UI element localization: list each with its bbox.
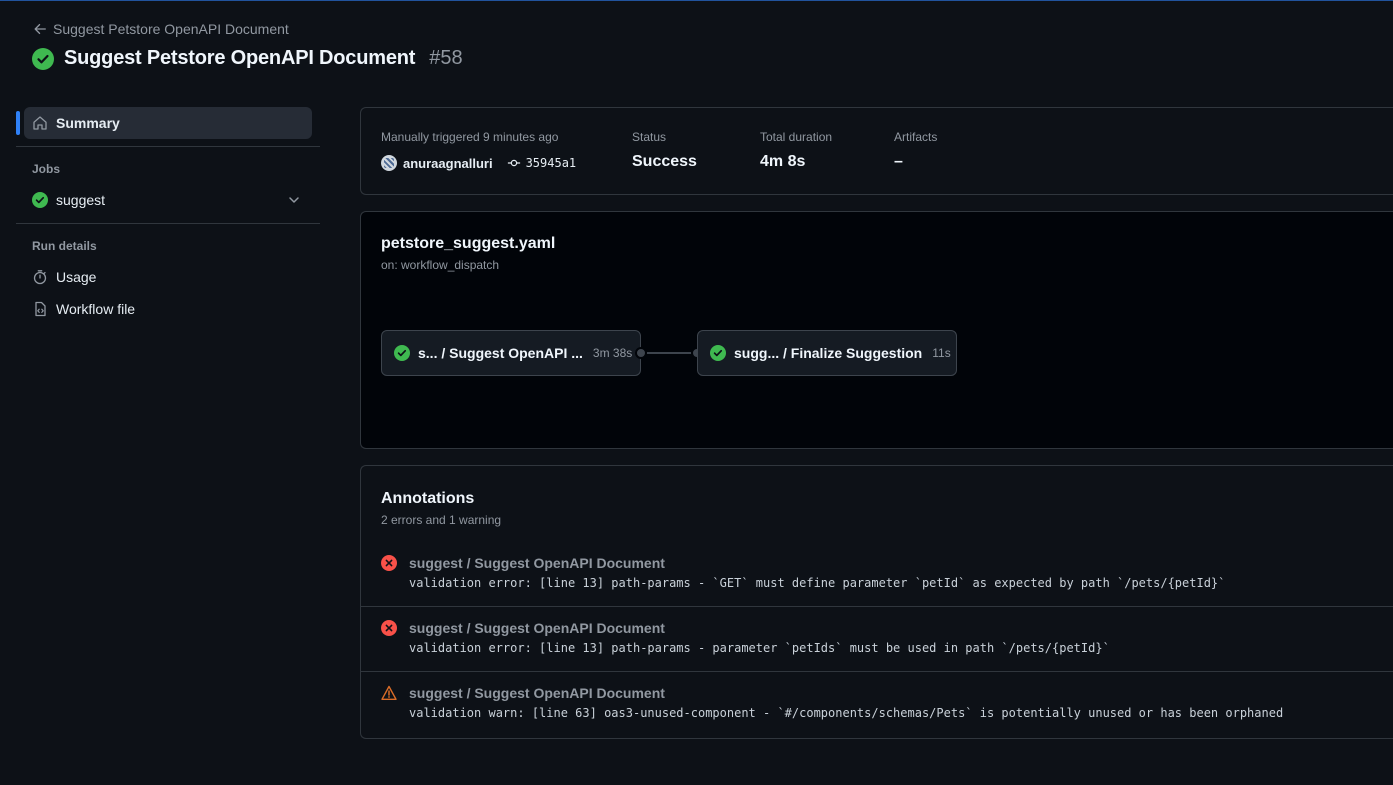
job-node-finalize[interactable]: sugg... / Finalize Suggestion 11s bbox=[697, 330, 957, 376]
stopwatch-icon bbox=[33, 270, 47, 285]
connector-dot bbox=[635, 347, 647, 359]
back-link[interactable]: Suggest Petstore OpenAPI Document bbox=[33, 21, 289, 37]
page-title: Suggest Petstore OpenAPI Document bbox=[64, 47, 416, 69]
annotation-message: validation error: [line 13] path-params … bbox=[409, 641, 1110, 655]
sidebar-item-workflow-file[interactable]: Workflow file bbox=[16, 293, 320, 325]
sidebar: Summary Jobs suggest Run details Usage W… bbox=[16, 107, 320, 325]
job-connector bbox=[641, 352, 697, 354]
trigger-details: anuraagnalluri 35945a1 bbox=[381, 155, 576, 171]
sidebar-item-label: suggest bbox=[56, 192, 106, 208]
arrow-left-icon bbox=[34, 23, 46, 35]
duration-column: Total duration 4m 8s bbox=[760, 130, 832, 171]
annotation-item: suggest / Suggest OpenAPI Document valid… bbox=[361, 672, 1393, 737]
annotation-title[interactable]: suggest / Suggest OpenAPI Document bbox=[409, 685, 665, 701]
trigger-column: Manually triggered 9 minutes ago anuraag… bbox=[381, 130, 576, 171]
commit-link[interactable]: 35945a1 bbox=[507, 156, 577, 170]
success-check-icon bbox=[710, 345, 726, 361]
status-column: Status Success bbox=[632, 130, 697, 171]
job-node-name: s... / Suggest OpenAPI ... bbox=[418, 345, 583, 361]
workflow-file-name[interactable]: petstore_suggest.yaml bbox=[381, 235, 555, 253]
run-number: #58 bbox=[429, 47, 463, 69]
workflow-graph-panel: petstore_suggest.yaml on: workflow_dispa… bbox=[360, 211, 1393, 449]
annotation-title[interactable]: suggest / Suggest OpenAPI Document bbox=[409, 620, 665, 636]
job-node-name: sugg... / Finalize Suggestion bbox=[734, 345, 923, 361]
sidebar-item-summary[interactable]: Summary bbox=[16, 107, 312, 139]
artifacts-value: – bbox=[894, 153, 903, 170]
sidebar-item-usage[interactable]: Usage bbox=[16, 261, 320, 293]
annotation-message: validation error: [line 13] path-params … bbox=[409, 576, 1226, 590]
artifacts-label: Artifacts bbox=[894, 130, 938, 144]
success-check-icon bbox=[394, 345, 410, 361]
annotation-item: suggest / Suggest OpenAPI Document valid… bbox=[361, 542, 1393, 607]
git-commit-icon bbox=[507, 159, 520, 167]
sidebar-item-label: Summary bbox=[56, 115, 120, 131]
error-x-circle-icon bbox=[381, 620, 397, 636]
annotation-item: suggest / Suggest OpenAPI Document valid… bbox=[361, 607, 1393, 672]
artifacts-column: Artifacts – bbox=[894, 130, 937, 171]
jobs-heading: Jobs bbox=[32, 162, 61, 176]
status-value: Success bbox=[632, 153, 697, 170]
annotations-title: Annotations bbox=[381, 490, 475, 507]
annotations-list: suggest / Suggest OpenAPI Document valid… bbox=[361, 542, 1393, 737]
job-node-suggest[interactable]: s... / Suggest OpenAPI ... 3m 38s bbox=[381, 330, 641, 376]
sidebar-item-label: Usage bbox=[56, 269, 97, 285]
success-check-icon bbox=[32, 192, 48, 208]
chevron-down-icon[interactable] bbox=[286, 192, 302, 208]
annotation-title[interactable]: suggest / Suggest OpenAPI Document bbox=[409, 555, 665, 571]
top-accent-line bbox=[0, 0, 1393, 1]
commit-sha: 35945a1 bbox=[525, 156, 577, 170]
sidebar-item-label: Workflow file bbox=[56, 301, 136, 317]
sidebar-item-job-suggest[interactable]: suggest bbox=[16, 184, 320, 216]
back-link-label: Suggest Petstore OpenAPI Document bbox=[53, 21, 289, 37]
sidebar-divider bbox=[16, 223, 320, 224]
sidebar-divider bbox=[16, 146, 320, 147]
annotations-subtitle: 2 errors and 1 warning bbox=[381, 513, 502, 527]
run-details-heading: Run details bbox=[32, 239, 97, 253]
success-check-icon bbox=[32, 47, 54, 70]
trigger-label: Manually triggered 9 minutes ago bbox=[381, 130, 559, 144]
job-node-duration: 11s bbox=[932, 346, 951, 360]
avatar[interactable] bbox=[381, 155, 397, 171]
annotations-panel: Annotations 2 errors and 1 warning sugge… bbox=[360, 465, 1393, 739]
home-icon bbox=[33, 116, 47, 130]
status-label: Status bbox=[632, 130, 667, 144]
duration-label: Total duration bbox=[760, 130, 833, 144]
warning-triangle-icon bbox=[381, 685, 397, 700]
file-code-icon bbox=[35, 301, 46, 317]
job-node-duration: 3m 38s bbox=[592, 346, 633, 360]
annotation-message: validation warn: [line 63] oas3-unused-c… bbox=[409, 706, 1284, 720]
actor-link[interactable]: anuraagnalluri bbox=[403, 156, 493, 171]
run-summary-panel: Manually triggered 9 minutes ago anuraag… bbox=[360, 107, 1393, 195]
error-x-circle-icon bbox=[381, 555, 397, 571]
duration-value: 4m 8s bbox=[760, 153, 806, 170]
page-title-row: Suggest Petstore OpenAPI Document #58 bbox=[32, 47, 463, 70]
workflow-trigger: on: workflow_dispatch bbox=[381, 258, 500, 272]
